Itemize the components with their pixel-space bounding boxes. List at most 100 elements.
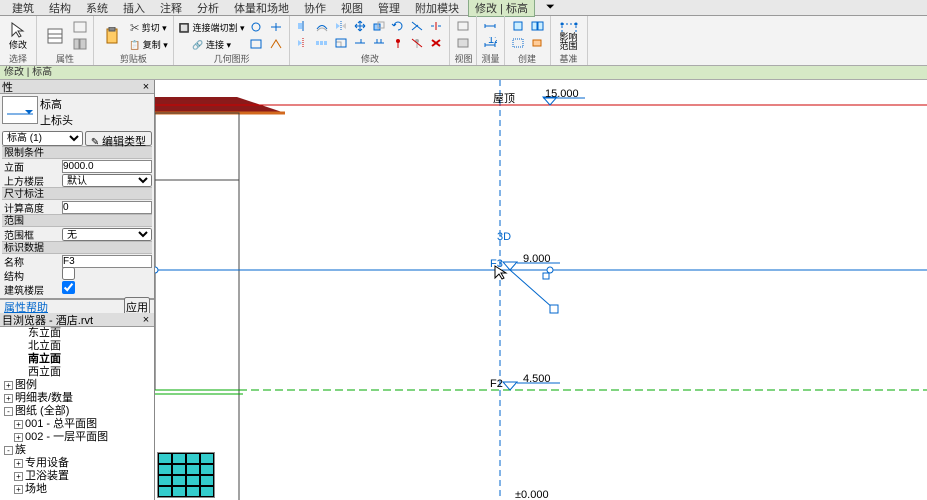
- browser-node[interactable]: +专用设备: [0, 457, 154, 470]
- type-thumb[interactable]: [2, 96, 38, 124]
- close-icon[interactable]: ×: [140, 314, 152, 326]
- elevation-input[interactable]: [62, 160, 152, 173]
- expand-icon[interactable]: -: [4, 407, 13, 416]
- browser-node[interactable]: +明细表/数量: [0, 392, 154, 405]
- scope-box-button[interactable]: 影响 范围: [555, 20, 583, 52]
- structural-check[interactable]: [62, 267, 75, 280]
- trim-multi-button[interactable]: [370, 35, 388, 51]
- split-button[interactable]: [427, 18, 445, 34]
- view-preview-thumb[interactable]: [157, 452, 215, 498]
- browser-node[interactable]: +002 - 一层平面图: [0, 431, 154, 444]
- properties-button[interactable]: [41, 20, 69, 52]
- level-elev[interactable]: ±0.000: [515, 489, 549, 500]
- measure-button[interactable]: [481, 18, 499, 34]
- similar-button[interactable]: [528, 18, 546, 34]
- level-name[interactable]: 屋顶: [493, 92, 515, 105]
- create-button[interactable]: [509, 18, 527, 34]
- menu-tab[interactable]: 附加模块: [409, 0, 465, 16]
- menu-tab[interactable]: 管理: [372, 0, 406, 16]
- browser-node[interactable]: 南立面: [0, 353, 154, 366]
- close-icon[interactable]: ×: [140, 81, 152, 93]
- menu-tab[interactable]: 体量和场地: [228, 0, 295, 16]
- cope-button[interactable]: 🔲 连接端切割 ▾: [178, 19, 246, 35]
- align-button[interactable]: [294, 18, 312, 34]
- paste-button[interactable]: [98, 20, 126, 52]
- offset-button[interactable]: [313, 18, 331, 34]
- browser-node[interactable]: +001 - 总平面图: [0, 418, 154, 431]
- trim-button[interactable]: [408, 18, 426, 34]
- expand-icon[interactable]: +: [14, 472, 23, 481]
- modify-button[interactable]: 修改: [4, 20, 32, 52]
- browser-panel-header: 目浏览器 - 酒店.rvt ×: [0, 313, 154, 327]
- pin-button[interactable]: [389, 35, 407, 51]
- name-input[interactable]: [62, 255, 152, 268]
- menu-tab[interactable]: 注释: [154, 0, 188, 16]
- expand-icon[interactable]: +: [4, 394, 13, 403]
- geom-tool[interactable]: [267, 19, 285, 35]
- scope-box-select[interactable]: 无: [62, 228, 152, 241]
- cut-button[interactable]: ✂ 剪切 ▾: [128, 19, 169, 35]
- view-tool[interactable]: [454, 18, 472, 34]
- dim-button[interactable]: 12: [481, 35, 499, 51]
- mirror-draw-button[interactable]: [294, 35, 312, 51]
- ribbon-group-props: 属性: [37, 16, 94, 65]
- expand-icon[interactable]: +: [14, 420, 23, 429]
- building-story-check[interactable]: [62, 281, 75, 294]
- type-props-button[interactable]: [71, 19, 89, 35]
- panel-title: 性: [2, 79, 13, 95]
- browser-node[interactable]: 东立面: [0, 327, 154, 340]
- expand-icon[interactable]: -: [4, 446, 13, 455]
- geom-tool[interactable]: [267, 36, 285, 52]
- menu-tab[interactable]: 分析: [191, 0, 225, 16]
- browser-node[interactable]: +图例: [0, 379, 154, 392]
- marker-3d[interactable]: 3D: [497, 231, 511, 243]
- instance-selector[interactable]: 标高 (1): [2, 131, 83, 146]
- browser-node[interactable]: 北立面: [0, 340, 154, 353]
- browser-node[interactable]: +卫浴装置: [0, 470, 154, 483]
- array-button[interactable]: [313, 35, 331, 51]
- rotate-button[interactable]: [389, 18, 407, 34]
- browser-node[interactable]: -图纸 (全部): [0, 405, 154, 418]
- group-button[interactable]: [509, 35, 527, 51]
- ribbon-group-geometry: 🔲 连接端切割 ▾ 🔗 连接 ▾ 几何图形: [174, 16, 291, 65]
- project-browser[interactable]: 东立面 北立面 南立面 西立面 +图例 +明细表/数量 -图纸 (全部) +00…: [0, 327, 154, 500]
- browser-node[interactable]: +场地: [0, 483, 154, 496]
- calc-height-input[interactable]: [62, 201, 152, 214]
- delete-button[interactable]: [427, 35, 445, 51]
- dropdown-icon[interactable]: ⏷: [546, 1, 555, 14]
- prop-key: 范围框: [2, 227, 62, 242]
- family-button[interactable]: [71, 36, 89, 52]
- unpin-button[interactable]: [408, 35, 426, 51]
- move-button[interactable]: [351, 18, 369, 34]
- expand-icon[interactable]: +: [14, 433, 23, 442]
- level-name[interactable]: F2: [490, 378, 503, 390]
- copy-button[interactable]: 📋 复制 ▾: [128, 36, 169, 52]
- menu-tab[interactable]: 结构: [43, 0, 77, 16]
- menu-tab[interactable]: 建筑: [6, 0, 40, 16]
- drawing-canvas[interactable]: 屋顶 15.000 3D F3 9.000 F2 4.500: [155, 80, 927, 500]
- browser-node[interactable]: 西立面: [0, 366, 154, 379]
- ribbon-group-view: 视图: [450, 16, 477, 65]
- above-level-select[interactable]: 默认: [62, 174, 152, 187]
- copy-elem-button[interactable]: [370, 18, 388, 34]
- drag-handle[interactable]: [550, 305, 558, 313]
- menu-tab[interactable]: 视图: [335, 0, 369, 16]
- scale-button[interactable]: [332, 35, 350, 51]
- join-button[interactable]: 🔗 连接 ▾: [178, 36, 246, 52]
- edit-type-button[interactable]: ✎ 编辑类型: [85, 131, 152, 146]
- expand-icon[interactable]: +: [4, 381, 13, 390]
- expand-icon[interactable]: +: [14, 485, 23, 494]
- menu-tab-active[interactable]: 修改 | 标高: [468, 0, 535, 17]
- menu-tab[interactable]: 系统: [80, 0, 114, 16]
- assembly-button[interactable]: [528, 35, 546, 51]
- expand-icon[interactable]: +: [14, 459, 23, 468]
- type-name-label: 上标头: [40, 112, 152, 128]
- geom-tool[interactable]: [247, 36, 265, 52]
- browser-node[interactable]: -族: [0, 444, 154, 457]
- menu-tab[interactable]: 插入: [117, 0, 151, 16]
- mirror-axis-button[interactable]: [332, 18, 350, 34]
- trim-single-button[interactable]: [351, 35, 369, 51]
- menu-tab[interactable]: 协作: [298, 0, 332, 16]
- geom-tool[interactable]: [247, 19, 265, 35]
- view-tool[interactable]: [454, 35, 472, 51]
